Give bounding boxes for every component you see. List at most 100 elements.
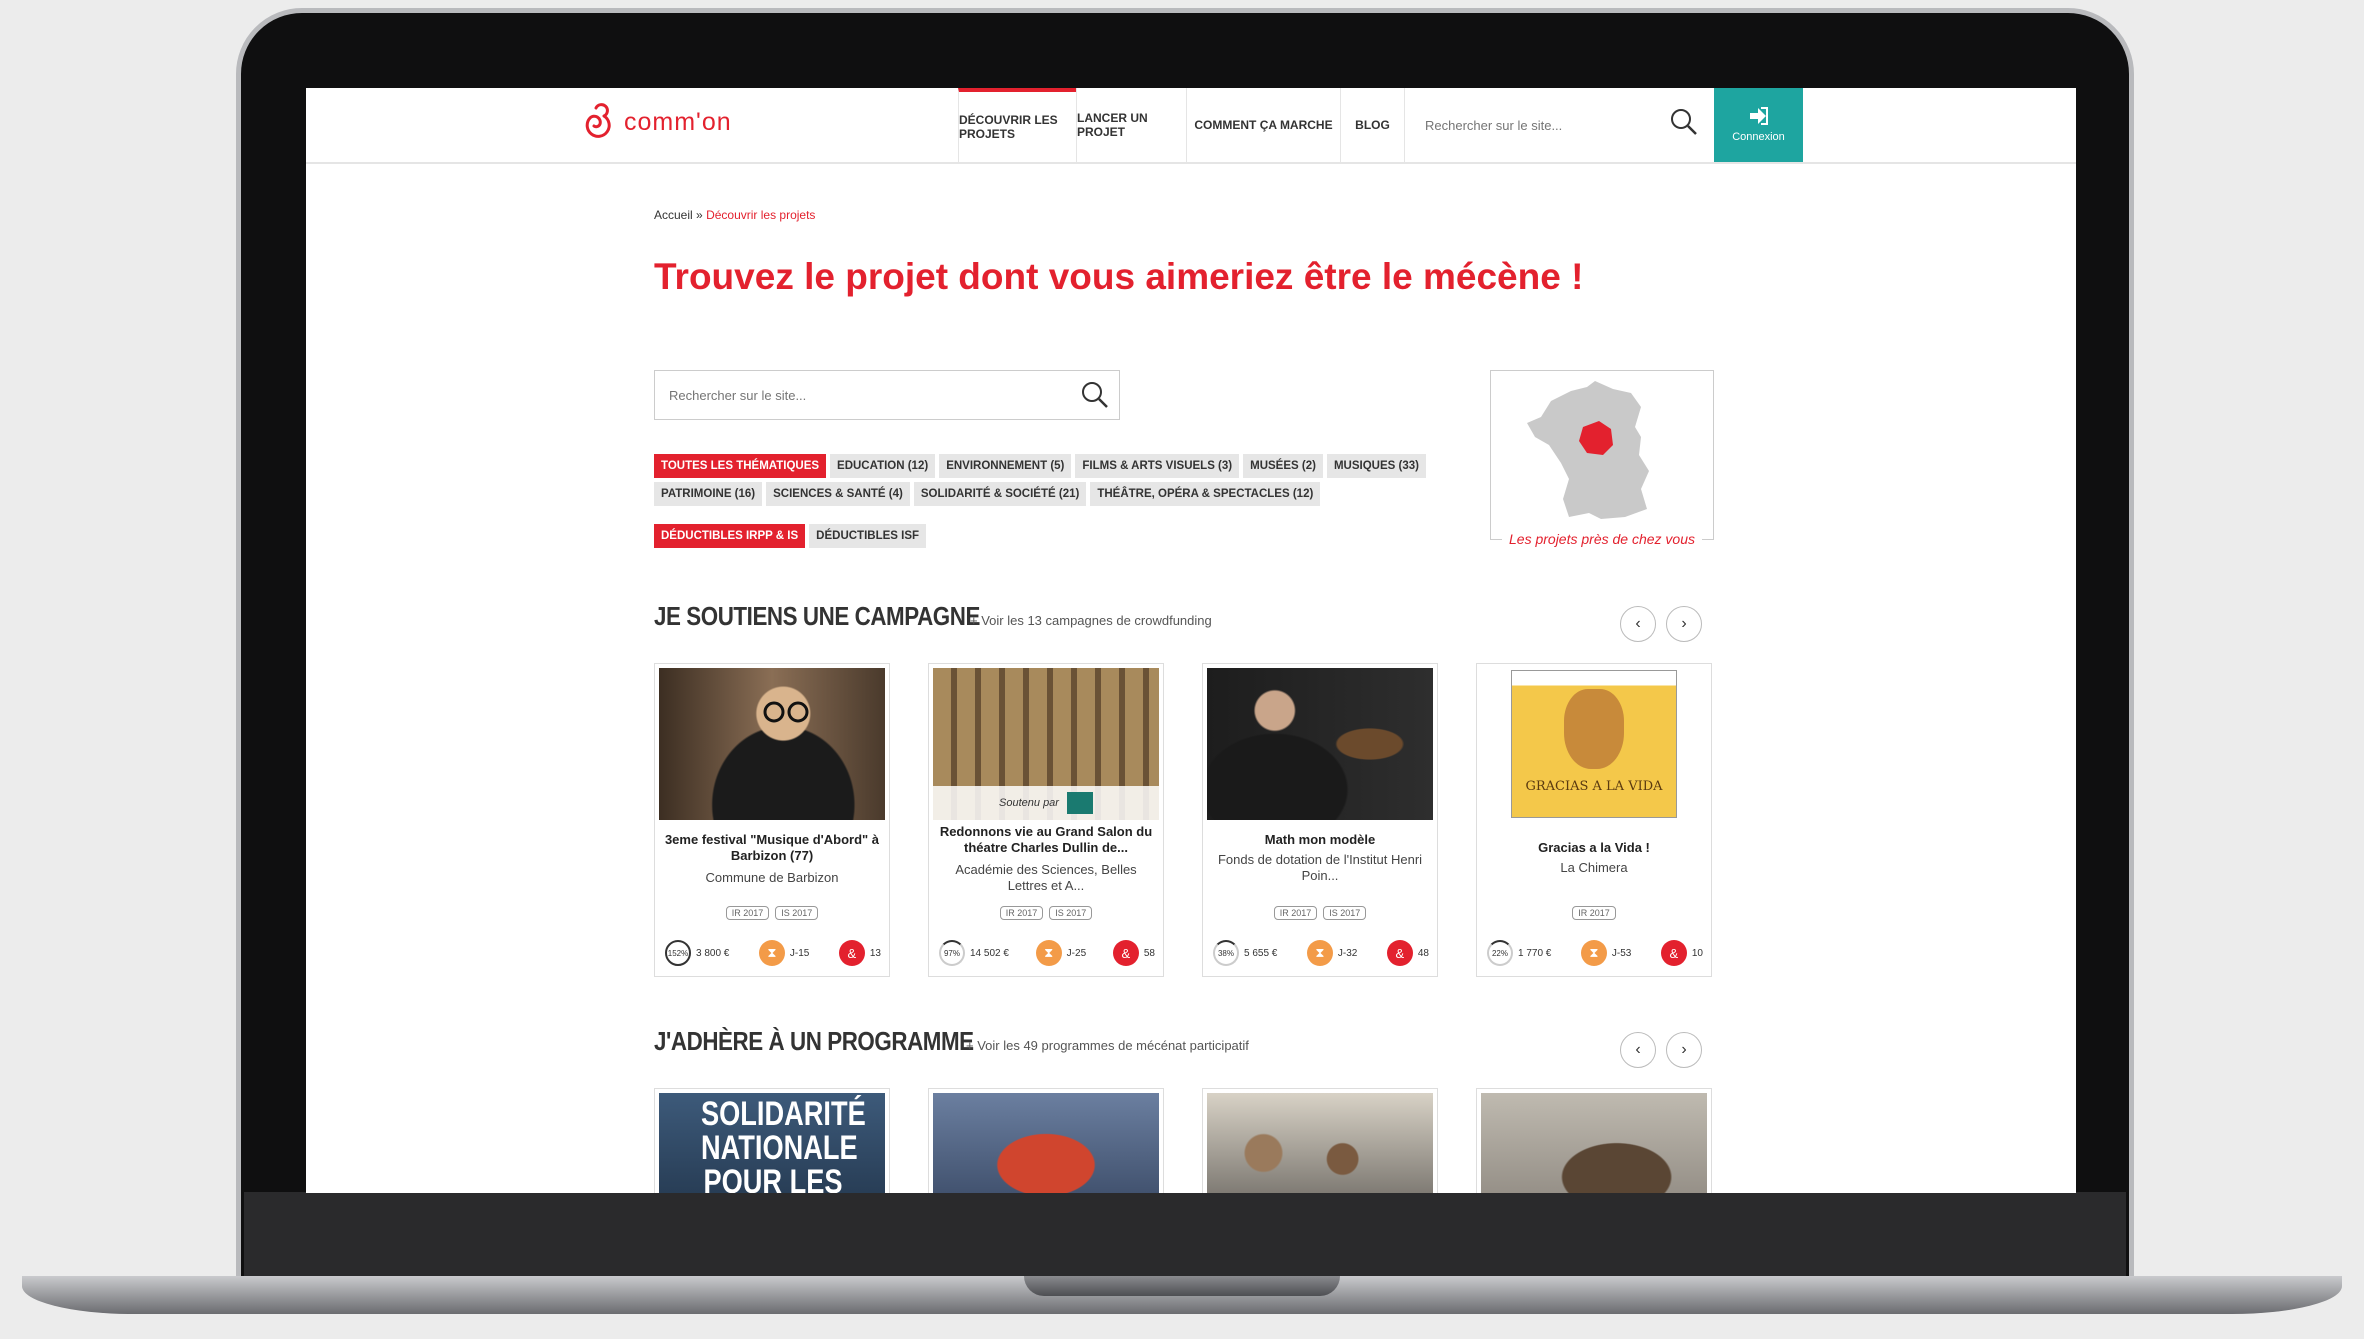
filter-irpp-is[interactable]: DÉDUCTIBLES IRPP & IS xyxy=(654,524,806,548)
card-stats: 22% 1 770 € ⧗ J-53 & 10 xyxy=(1487,940,1703,966)
breadcrumb-current[interactable]: Découvrir les projets xyxy=(706,208,815,222)
card-org: Commune de Barbizon xyxy=(705,870,839,885)
amount: 14 502 € xyxy=(970,947,1009,959)
hourglass-icon: ⧗ xyxy=(1306,940,1333,966)
campaign-card[interactable]: Soutenu par Redonnons vie au Grand Salon… xyxy=(928,663,1164,977)
nav-comment-ca-marche[interactable]: COMMENT ÇA MARCHE xyxy=(1186,88,1340,162)
tag-ir: IR 2017 xyxy=(1572,906,1616,920)
filter-films[interactable]: FILMS & ARTS VISUELS (3) xyxy=(1075,454,1240,478)
card-org: Académie des Sciences, Belles Lettres et… xyxy=(955,862,1137,893)
tag-ir: IR 2017 xyxy=(1273,906,1318,920)
filter-musees[interactable]: MUSÉES (2) xyxy=(1243,454,1323,478)
logo-text: comm'on xyxy=(624,107,732,136)
programmes-prev-button[interactable]: ‹ xyxy=(1620,1032,1656,1068)
card-tags: IR 2017 IS 2017 xyxy=(929,906,1163,920)
map-label[interactable]: Les projets près de chez vous xyxy=(1502,530,1702,548)
campaign-card[interactable]: 3eme festival "Musique d'Abord" à Barbiz… xyxy=(654,663,890,977)
card-org: La Chimera xyxy=(1560,860,1628,875)
progress-ring: 97% xyxy=(939,940,965,966)
project-search-input[interactable] xyxy=(667,386,1061,404)
card-title[interactable]: 3eme festival "Musique d'Abord" à Barbiz… xyxy=(661,832,883,864)
card-stats: 38% 5 655 € ⧗ J-32 & 48 xyxy=(1213,940,1429,966)
hourglass-icon: ⧗ xyxy=(1580,940,1607,966)
programme-card[interactable] xyxy=(1476,1088,1712,1193)
nav-search-input[interactable] xyxy=(1423,116,1607,134)
filter-sciences[interactable]: SCIENCES & SANTÉ (4) xyxy=(766,482,910,506)
amount: 1 770 € xyxy=(1518,947,1552,959)
connexion-button[interactable]: Connexion xyxy=(1714,88,1803,162)
programme-image: SOLIDARITÉ NATIONALE POUR LES xyxy=(659,1093,885,1193)
donors-icon: & xyxy=(838,940,865,966)
programme-card[interactable] xyxy=(928,1088,1164,1193)
filter-environnement[interactable]: ENVIRONNEMENT (5) xyxy=(939,454,1072,478)
programmes-link[interactable]: + Voir les 49 programmes de mécénat part… xyxy=(966,1038,1249,1053)
nav-search-box xyxy=(1404,88,1714,162)
nav-lancer-projet[interactable]: LANCER UN PROJET xyxy=(1076,88,1186,162)
tag-is: IS 2017 xyxy=(775,906,819,920)
search-icon[interactable] xyxy=(1670,108,1698,141)
programme-card[interactable]: SOLIDARITÉ NATIONALE POUR LES xyxy=(654,1088,890,1193)
campaigns-prev-button[interactable]: ‹ xyxy=(1620,606,1656,642)
donors-count: 48 xyxy=(1417,947,1429,959)
nav-blog[interactable]: BLOG xyxy=(1340,88,1404,162)
donors-icon: & xyxy=(1112,940,1139,966)
campaign-image: GRACIAS A LA VIDA xyxy=(1481,668,1707,820)
filter-education[interactable]: EDUCATION (12) xyxy=(830,454,936,478)
search-icon[interactable] xyxy=(1081,381,1109,414)
progress-ring: 152% xyxy=(665,940,691,966)
filter-toutes[interactable]: TOUTES LES THÉMATIQUES xyxy=(654,454,827,478)
programme-card[interactable] xyxy=(1202,1088,1438,1193)
portrait-glasses-icon xyxy=(763,701,809,723)
days-left: J-53 xyxy=(1611,947,1632,959)
logo-icon xyxy=(585,103,611,138)
campaign-card[interactable]: GRACIAS A LA VIDA Gracias a la Vida ! La… xyxy=(1476,663,1712,977)
filter-patrimoine[interactable]: PATRIMOINE (16) xyxy=(654,482,763,506)
days-left: J-15 xyxy=(789,947,810,959)
logo[interactable]: comm'on xyxy=(582,102,732,142)
filter-musiques[interactable]: MUSIQUES (33) xyxy=(1326,454,1426,478)
poster-figure-icon xyxy=(1564,689,1624,769)
chevron-right-icon: › xyxy=(1681,1041,1687,1058)
days-left: J-32 xyxy=(1337,947,1358,959)
filter-isf[interactable]: DÉDUCTIBLES ISF xyxy=(809,524,927,548)
tag-is: IS 2017 xyxy=(1049,906,1093,920)
campaign-image xyxy=(1207,668,1433,820)
programmes-next-button[interactable]: › xyxy=(1666,1032,1702,1068)
fiscal-filters: DÉDUCTIBLES IRPP & IS DÉDUCTIBLES ISF xyxy=(654,524,927,548)
filter-solidarite[interactable]: SOLIDARITÉ & SOCIÉTÉ (21) xyxy=(913,482,1087,506)
chevron-left-icon: ‹ xyxy=(1635,615,1641,632)
browser-screen: comm'on DÉCOUVRIR LES PROJETS LANCER UN … xyxy=(306,88,2076,1193)
amount: 5 655 € xyxy=(1244,947,1278,959)
card-title[interactable]: Gracias a la Vida ! xyxy=(1483,840,1705,856)
programme-image-text: SOLIDARITÉ NATIONALE POUR LES xyxy=(701,1095,866,1193)
card-title[interactable]: Math mon modèle xyxy=(1209,832,1431,848)
filter-theatre[interactable]: THÉÂTRE, OPÉRA & SPECTACLES (12) xyxy=(1090,482,1321,506)
hourglass-icon: ⧗ xyxy=(1035,940,1062,966)
breadcrumb: Accueil » Découvrir les projets xyxy=(654,208,815,222)
days-left: J-25 xyxy=(1066,947,1087,959)
campaign-card[interactable]: Math mon modèle Fonds de dotation de l'I… xyxy=(1202,663,1438,977)
tag-ir: IR 2017 xyxy=(999,906,1044,920)
france-map-icon xyxy=(1527,381,1649,519)
chevron-right-icon: › xyxy=(1681,615,1687,632)
donors-icon: & xyxy=(1386,940,1413,966)
amount: 3 800 € xyxy=(696,947,730,959)
donors-icon: & xyxy=(1660,940,1687,966)
campaigns-link[interactable]: + Voir les 13 campagnes de crowdfunding xyxy=(970,613,1212,628)
breadcrumb-home[interactable]: Accueil xyxy=(654,208,693,222)
card-tags: IR 2017 xyxy=(1477,906,1711,920)
campaigns-next-button[interactable]: › xyxy=(1666,606,1702,642)
progress-ring: 22% xyxy=(1487,940,1513,966)
sponsor-banner: Soutenu par xyxy=(933,786,1159,820)
programme-image xyxy=(933,1093,1159,1193)
tag-is: IS 2017 xyxy=(1323,906,1367,920)
connexion-label: Connexion xyxy=(1732,131,1785,143)
programme-image xyxy=(1207,1093,1433,1193)
france-map[interactable] xyxy=(1490,370,1714,540)
campaign-image xyxy=(659,668,885,820)
programmes-title: J'ADHÈRE À UN PROGRAMME xyxy=(654,1026,974,1056)
nav-decouvrir-projets[interactable]: DÉCOUVRIR LES PROJETS xyxy=(958,88,1076,162)
filter-row-2: PATRIMOINE (16) SCIENCES & SANTÉ (4) SOL… xyxy=(654,482,1444,506)
sponsor-logo-icon xyxy=(1066,792,1093,814)
card-title[interactable]: Redonnons vie au Grand Salon du théatre … xyxy=(935,824,1157,856)
